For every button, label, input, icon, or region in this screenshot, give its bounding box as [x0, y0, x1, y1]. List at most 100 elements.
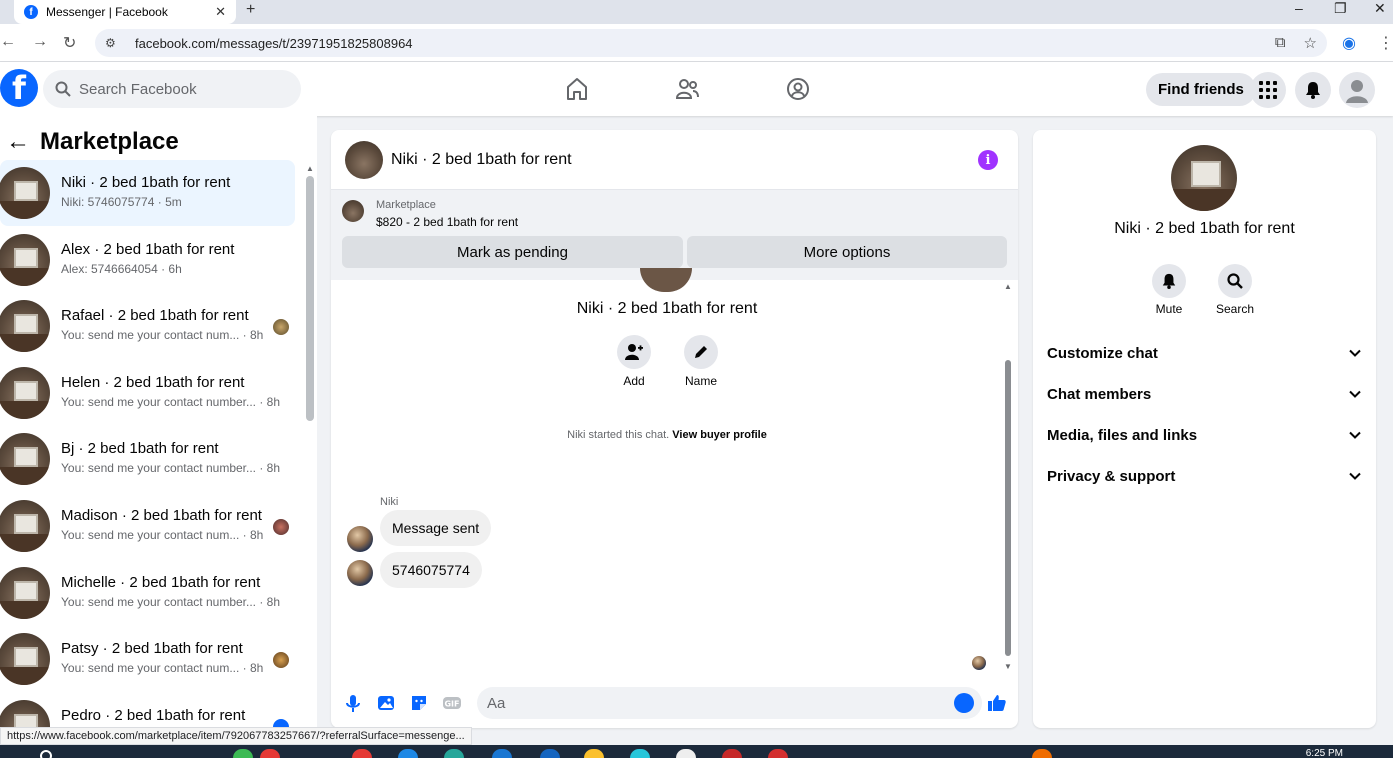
photo-icon[interactable] — [376, 693, 396, 713]
chat-scrollbar[interactable]: ▲ ▼ — [1003, 280, 1013, 671]
privacy-support-section[interactable]: Privacy & support — [1047, 456, 1367, 496]
taskbar-app-icon[interactable] — [768, 749, 788, 758]
thumbs-up-icon[interactable] — [987, 693, 1007, 713]
browser-tab[interactable]: f Messenger | Facebook ✕ — [14, 0, 236, 24]
new-tab-icon[interactable]: + — [246, 1, 255, 19]
chat-avatar[interactable] — [345, 141, 383, 179]
taskbar-app-icon[interactable] — [260, 749, 280, 758]
taskbar-app-icon[interactable] — [444, 749, 464, 758]
message-bubble[interactable]: 5746075774 — [380, 552, 482, 588]
conversation-name: Bj · 2 bed 1bath for rent — [61, 440, 219, 457]
conversation-item[interactable]: Alex · 2 bed 1bath for rent Alex: 574666… — [0, 227, 295, 293]
taskbar-search-icon[interactable] — [40, 750, 52, 758]
conversation-item[interactable]: Niki · 2 bed 1bath for rent Niki: 574607… — [0, 160, 295, 226]
conversation-preview: You: send me your contact num... · 8h — [61, 661, 264, 675]
account-avatar[interactable] — [1339, 72, 1375, 108]
back-arrow-icon[interactable]: ← — [6, 128, 30, 156]
url-omnibox[interactable]: ⚙ facebook.com/messages/t/23971951825808… — [95, 29, 1327, 57]
close-window-icon[interactable]: ✕ — [1374, 0, 1386, 20]
restore-icon[interactable]: ❐ — [1334, 0, 1347, 20]
message-input-box[interactable] — [477, 687, 982, 719]
conversation-item[interactable]: Bj · 2 bed 1bath for rent You: send me y… — [0, 426, 295, 492]
scroll-up-icon[interactable]: ▲ — [306, 164, 314, 173]
browser-tabstrip: f Messenger | Facebook ✕ + – ❐ ✕ — [0, 0, 1393, 24]
status-url-bubble: https://www.facebook.com/marketplace/ite… — [0, 727, 472, 745]
browser-menu-icon[interactable]: ⋮ — [1378, 33, 1393, 53]
mark-as-pending-button[interactable]: Mark as pending — [342, 236, 683, 268]
conversation-item[interactable]: Madison · 2 bed 1bath for rent You: send… — [0, 493, 295, 559]
taskbar-app-icon[interactable] — [722, 749, 742, 758]
mute-label: Mute — [1155, 302, 1183, 316]
site-settings-icon[interactable]: ⚙ — [105, 36, 121, 50]
taskbar-clock[interactable]: 6:25 PM — [1306, 748, 1343, 758]
emoji-icon[interactable] — [954, 693, 974, 713]
close-tab-icon[interactable]: ✕ — [215, 4, 226, 20]
listing-avatar — [0, 433, 50, 485]
taskbar-app-icon[interactable] — [540, 749, 560, 758]
back-icon[interactable]: ← — [0, 33, 16, 51]
sticker-icon[interactable] — [409, 693, 429, 713]
taskbar-app-icon[interactable] — [676, 749, 696, 758]
search-input[interactable] — [79, 80, 279, 98]
seen-avatar-icon — [273, 319, 289, 335]
view-buyer-profile-link[interactable]: View buyer profile — [672, 429, 767, 441]
media-files-links-section[interactable]: Media, files and links — [1047, 415, 1367, 455]
reload-icon[interactable]: ↻ — [63, 33, 76, 53]
add-contact-button[interactable] — [617, 335, 651, 369]
menu-grid-button[interactable] — [1250, 72, 1286, 108]
chat-members-section[interactable]: Chat members — [1047, 374, 1367, 414]
marketplace-listing-bar: Marketplace $820 - 2 bed 1bath for rent … — [331, 190, 1018, 280]
taskbar-app-icon[interactable] — [1032, 749, 1052, 758]
conversation-item[interactable]: Patsy · 2 bed 1bath for rent You: send m… — [0, 626, 295, 692]
taskbar-app-icon[interactable] — [492, 749, 512, 758]
scrollbar-thumb[interactable] — [306, 176, 314, 421]
friends-icon[interactable] — [674, 76, 700, 102]
taskbar-app-icon[interactable] — [352, 749, 372, 758]
sender-avatar[interactable] — [347, 526, 373, 552]
message-bubble[interactable]: Message sent — [380, 510, 492, 546]
taskbar-app-icon[interactable] — [630, 749, 650, 758]
taskbar-app-icon[interactable] — [233, 749, 253, 758]
taskbar-app-icon[interactable] — [584, 749, 604, 758]
chat-title[interactable]: Niki · 2 bed 1bath for rent — [391, 151, 572, 169]
chat-header: Niki · 2 bed 1bath for rent i — [331, 130, 1018, 190]
scrollbar-thumb[interactable] — [1005, 360, 1011, 656]
details-avatar[interactable] — [1171, 145, 1237, 211]
url-text: facebook.com/messages/t/2397195182580896… — [135, 35, 413, 51]
microphone-icon[interactable] — [343, 693, 363, 713]
sender-avatar[interactable] — [347, 560, 373, 586]
profile-icon[interactable]: ◉ — [1342, 33, 1356, 53]
facebook-top-nav: f Find friends — [0, 62, 1393, 116]
listing-thumbnail[interactable] — [342, 200, 364, 222]
search-in-chat-button[interactable] — [1218, 264, 1252, 298]
conversation-list-scrollbar[interactable]: ▲ — [306, 164, 314, 724]
bookmark-star-icon[interactable]: ☆ — [1304, 34, 1317, 52]
find-friends-button[interactable]: Find friends — [1146, 73, 1256, 106]
gif-icon[interactable]: GIF — [442, 693, 462, 713]
facebook-logo-icon[interactable]: f — [0, 69, 38, 107]
home-icon[interactable] — [564, 76, 590, 102]
taskbar-app-icon[interactable] — [398, 749, 418, 758]
notifications-button[interactable] — [1295, 72, 1331, 108]
marketplace-title: Marketplace — [40, 128, 179, 155]
conversation-item[interactable]: Rafael · 2 bed 1bath for rent You: send … — [0, 293, 295, 359]
conversation-item[interactable]: Helen · 2 bed 1bath for rent You: send m… — [0, 360, 295, 426]
scroll-down-icon[interactable]: ▼ — [1004, 662, 1012, 671]
bell-icon — [1162, 273, 1176, 289]
edit-name-button[interactable] — [684, 335, 718, 369]
mute-button[interactable] — [1152, 264, 1186, 298]
install-app-icon[interactable]: ⧉ — [1275, 34, 1286, 52]
message-input[interactable] — [487, 694, 927, 712]
minimize-icon[interactable]: – — [1295, 0, 1303, 20]
listing-price-title[interactable]: $820 - 2 bed 1bath for rent — [376, 215, 518, 229]
conversation-item[interactable]: Pedro · 2 bed 1bath for rent — [0, 693, 295, 728]
scroll-up-icon[interactable]: ▲ — [1004, 282, 1012, 291]
groups-icon[interactable] — [785, 76, 811, 102]
more-options-button[interactable]: More options — [687, 236, 1007, 268]
forward-icon[interactable]: → — [32, 33, 48, 51]
profile-avatar — [640, 268, 692, 292]
conversation-item[interactable]: Michelle · 2 bed 1bath for rent You: sen… — [0, 560, 295, 626]
facebook-search-box[interactable] — [43, 70, 301, 108]
customize-chat-section[interactable]: Customize chat — [1047, 333, 1367, 373]
info-icon[interactable]: i — [978, 150, 998, 170]
